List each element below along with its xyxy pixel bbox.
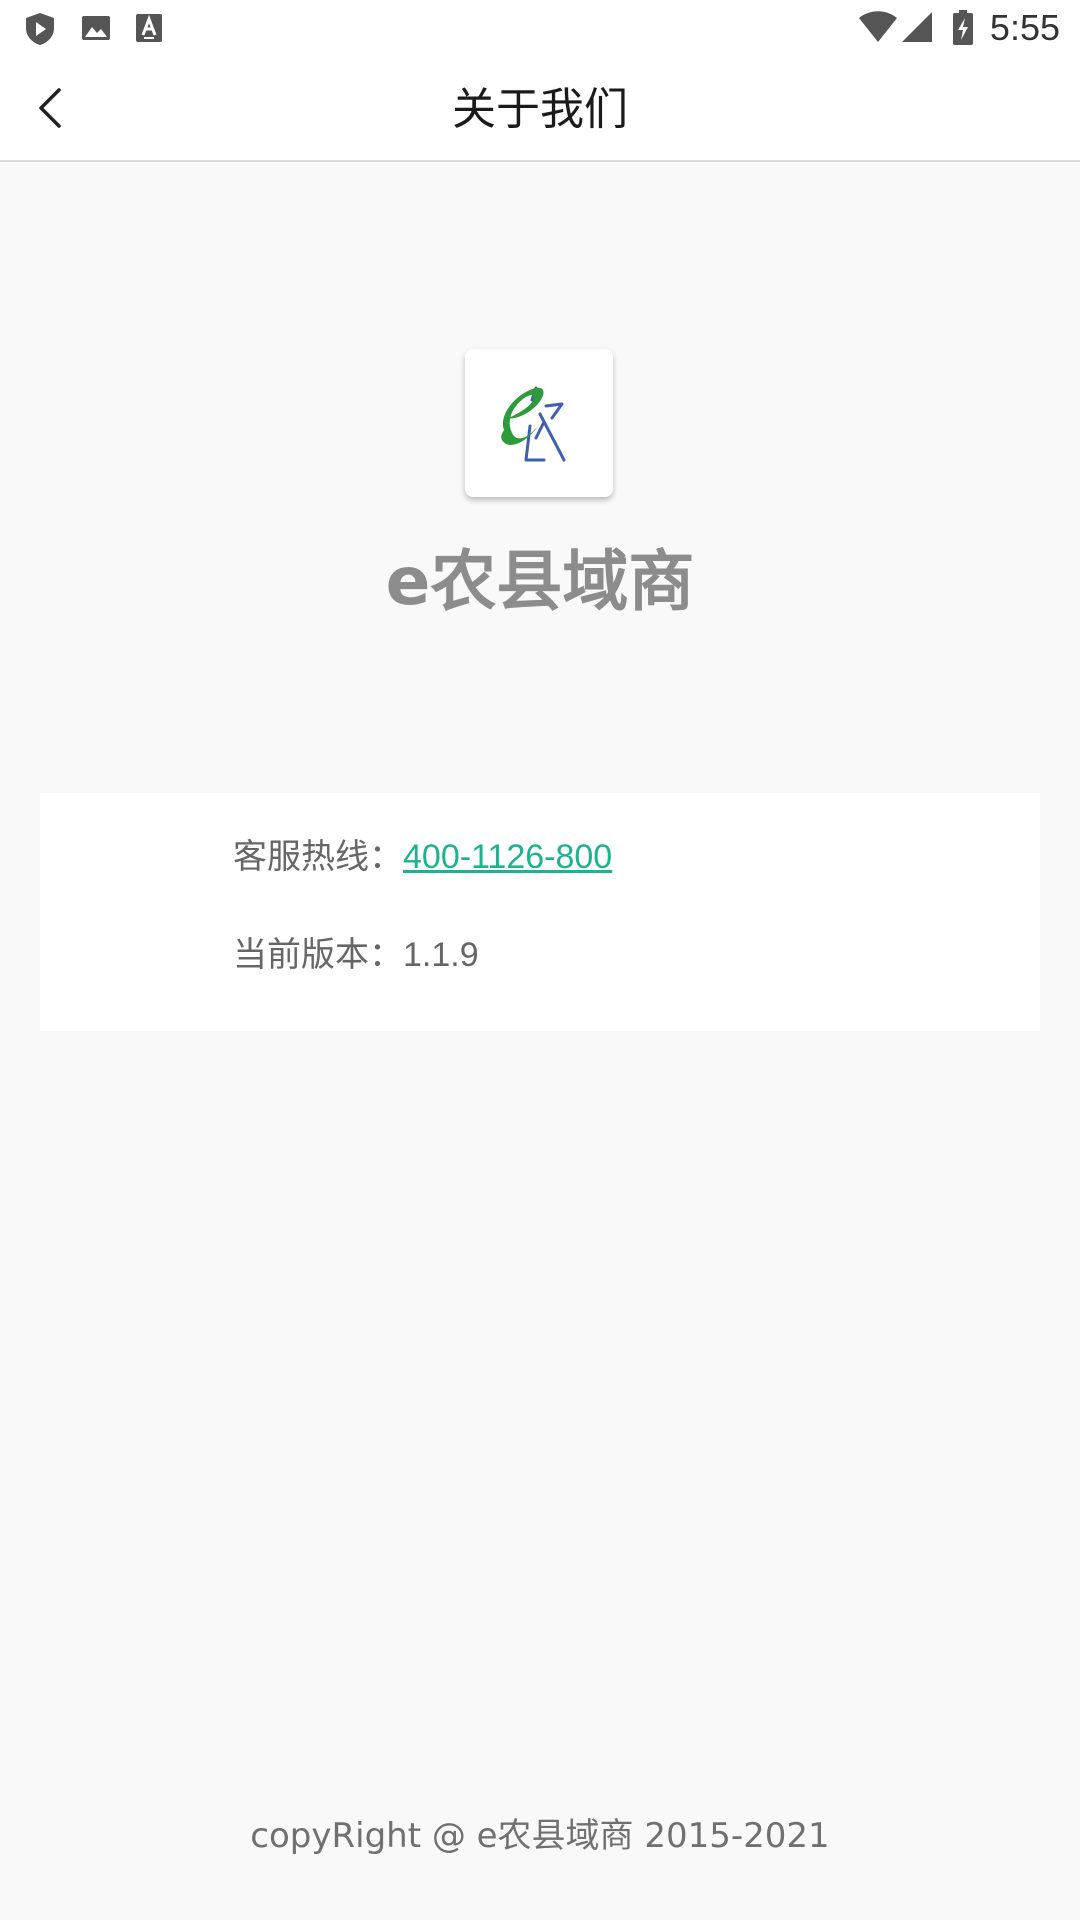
shield-play-icon bbox=[24, 12, 56, 45]
battery-charging-icon bbox=[952, 10, 974, 50]
about-us-page: 5:55 关于我们 e农县域商 客服热线：400-1126-800 当前版本：1… bbox=[0, 0, 1080, 1920]
hotline-row: 客服热线：400-1126-800 bbox=[233, 835, 612, 879]
version-row: 当前版本：1.1.9 bbox=[233, 933, 479, 977]
version-label: 当前版本： bbox=[233, 935, 403, 975]
hotline-link[interactable]: 400-1126-800 bbox=[403, 838, 612, 876]
image-icon bbox=[80, 12, 112, 44]
wifi-icon bbox=[858, 10, 898, 48]
app-logo-icon bbox=[484, 366, 594, 480]
app-logo bbox=[465, 349, 613, 497]
status-bar: 5:55 bbox=[0, 0, 1080, 56]
status-time: 5:55 bbox=[989, 7, 1060, 48]
font-a-icon bbox=[134, 12, 166, 44]
page-title: 关于我们 bbox=[452, 84, 628, 135]
copyright-text: copyRight @ e农县域商 2015-2021 bbox=[250, 1816, 830, 1856]
info-card: 客服热线：400-1126-800 当前版本：1.1.9 bbox=[40, 793, 1040, 1031]
cellular-signal-icon bbox=[900, 10, 934, 48]
app-name: e农县域商 bbox=[385, 543, 695, 620]
title-bar: 关于我们 bbox=[0, 56, 1080, 162]
version-value: 1.1.9 bbox=[403, 936, 479, 974]
hotline-label: 客服热线： bbox=[233, 837, 403, 877]
